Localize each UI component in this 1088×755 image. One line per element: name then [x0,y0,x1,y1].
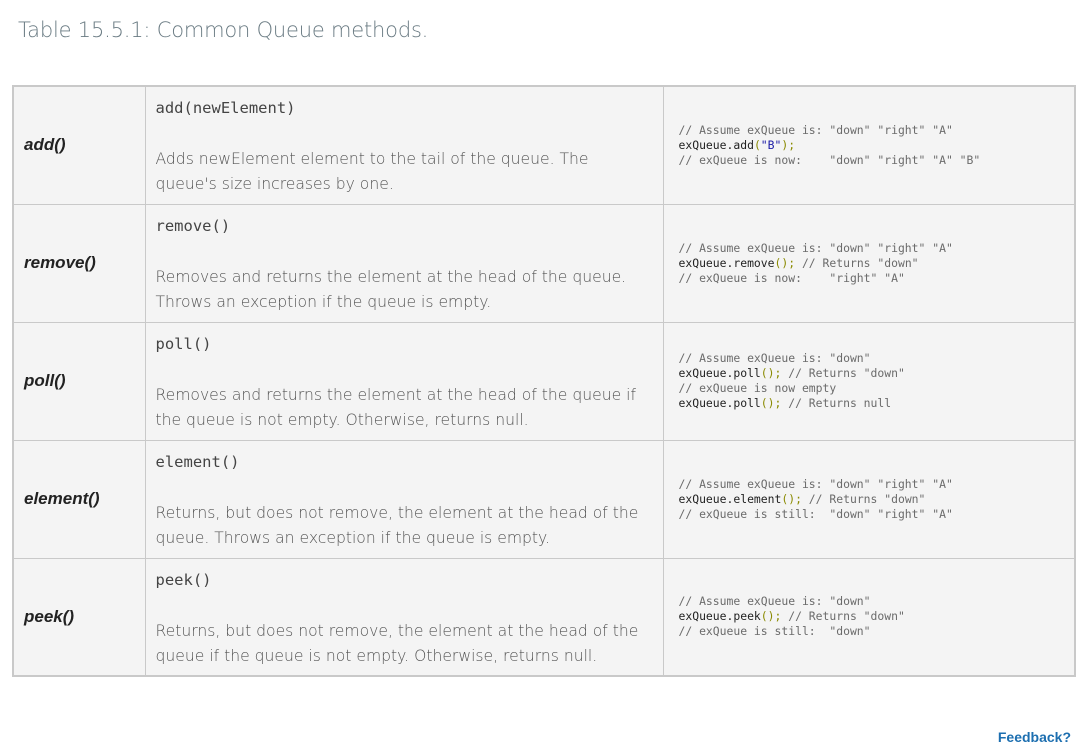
method-name: element() [12,439,146,559]
code-comment: // Assume exQueue is: "down" [678,351,871,365]
code-paren: (); [760,396,782,410]
code-example: // Assume exQueue is: "down" exQueue.pol… [662,321,1076,441]
code-comment: // Returns "down" [781,609,905,624]
code-string: "B" [760,137,782,152]
method-details: add(newElement) Adds newElement element … [144,85,664,205]
table-caption: Table 15.5.1: Common Queue methods. [18,18,429,42]
code-block: // Assume exQueue is: "down" "right" "A"… [679,477,1075,522]
code-paren: (); [781,491,802,506]
code-comment: // exQueue is now: "down" "right" "A" "B… [678,152,981,167]
code-call: exQueue.element [678,491,782,506]
code-block: // Assume exQueue is: "down" "right" "A"… [679,123,1075,168]
code-call: exQueue.peek [678,609,761,624]
code-comment: // Returns null [781,396,892,410]
method-description: Adds newElement element to the tail of t… [155,150,589,193]
table-row: element() element() Returns, but does no… [12,439,1076,559]
code-block: // Assume exQueue is: "down" "right" "A"… [679,241,1075,286]
queue-methods-table: add() add(newElement) Adds newElement el… [12,85,1076,677]
code-example: // Assume exQueue is: "down" exQueue.pee… [662,557,1076,677]
method-signature: element() [155,452,240,471]
code-comment: // Assume exQueue is: "down" "right" "A" [678,476,953,491]
feedback-link[interactable]: Feedback? [998,729,1071,745]
method-description: Returns, but does not remove, the elemen… [155,503,639,547]
code-block: // Assume exQueue is: "down" exQueue.pol… [679,351,1075,411]
code-paren: (); [774,255,796,270]
method-details: remove() Removes and returns the element… [144,203,664,323]
method-details: element() Returns, but does not remove, … [144,439,664,559]
method-signature: peek() [155,570,212,589]
table-row: add() add(newElement) Adds newElement el… [12,85,1076,205]
code-paren: ( [753,137,761,152]
method-description: Removes and returns the element at the h… [155,385,636,429]
method-details: poll() Removes and returns the element a… [144,321,664,441]
method-signature: add(newElement) [155,99,296,117]
method-signature: poll() [155,334,212,353]
table-row: poll() poll() Removes and returns the el… [12,321,1076,441]
method-signature: remove() [155,216,231,235]
code-comment: // Assume exQueue is: "down" "right" "A" [678,240,953,255]
table-row: remove() remove() Removes and returns th… [12,203,1076,323]
method-name: poll() [12,321,146,441]
code-call: exQueue.poll [678,366,761,380]
method-details: peek() Returns, but does not remove, the… [144,557,664,677]
code-paren: (); [760,366,782,380]
table-row: peek() peek() Returns, but does not remo… [12,557,1076,677]
method-name: remove() [12,203,146,323]
code-comment: // Assume exQueue is: "down" "right" "A" [678,122,953,137]
method-description: Removes and returns the element at the h… [155,267,627,311]
method-name: add() [12,85,146,205]
code-comment: // exQueue is still: "down" [678,624,871,639]
code-comment: // Assume exQueue is: "down" [678,594,871,609]
method-name: peek() [12,557,146,677]
code-comment: // Returns "down" [801,491,926,506]
code-comment: // Returns "down" [795,255,919,270]
code-comment: // Returns "down" [781,366,905,380]
code-paren: (); [760,609,782,624]
code-example: // Assume exQueue is: "down" "right" "A"… [662,439,1076,559]
code-comment: // exQueue is still: "down" "right" "A" [678,506,953,521]
code-call: exQueue.poll [678,396,761,410]
code-example: // Assume exQueue is: "down" "right" "A"… [662,203,1076,323]
method-description: Returns, but does not remove, the elemen… [155,621,639,665]
code-block: // Assume exQueue is: "down" exQueue.pee… [679,594,1075,639]
code-comment: // exQueue is now: "right" "A" [678,270,905,285]
code-example: // Assume exQueue is: "down" "right" "A"… [662,85,1076,205]
code-paren: ); [781,137,796,152]
code-call: exQueue.add [678,137,754,152]
code-comment: // exQueue is now empty [678,381,837,395]
code-call: exQueue.remove [678,255,775,270]
